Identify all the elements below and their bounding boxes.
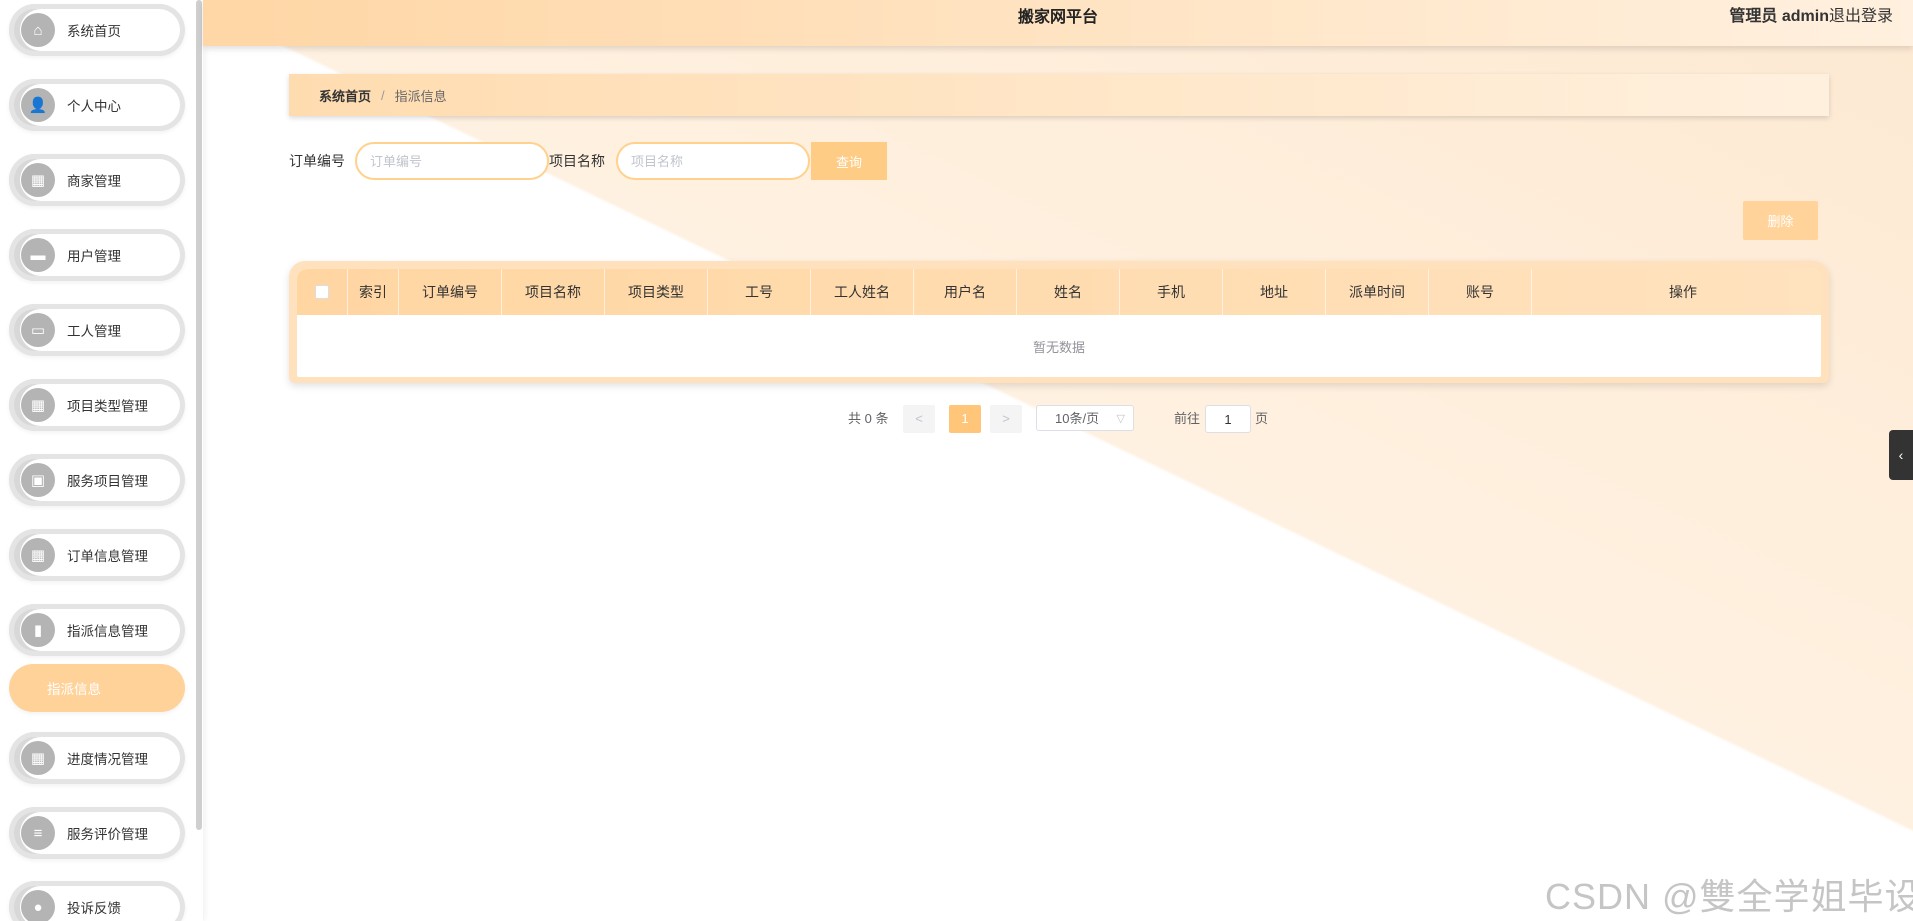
collapse-tab-chevron-left-icon[interactable]: ‹ xyxy=(1889,430,1913,480)
goto-label: 前往 xyxy=(1174,411,1201,426)
sidebar-item-label: 服务评价管理 xyxy=(67,827,148,842)
bulb-icon: ● xyxy=(21,890,55,921)
column-header: 手机 xyxy=(1120,269,1223,315)
empty-state: 暂无数据 xyxy=(1032,339,1085,355)
sidebar-scrollbar[interactable] xyxy=(196,0,202,830)
current-user: 管理员 admin xyxy=(1729,8,1829,25)
order-no-label: 订单编号 xyxy=(289,153,345,169)
column-header: 工人姓名 xyxy=(811,269,914,315)
sidebar-item-merchants[interactable]: ▦ 商家管理 xyxy=(9,154,185,206)
watermark: CSDN @雙全学姐毕设 xyxy=(1545,876,1913,917)
sidebar-item-project-types[interactable]: ▦ 项目类型管理 xyxy=(9,379,185,431)
page-size-select[interactable]: 10条/页 ▽ xyxy=(1036,405,1134,431)
sidebar-item-label: 工人管理 xyxy=(67,324,121,339)
column-header: 操作 xyxy=(1669,284,1697,300)
sidebar-item-complaints[interactable]: ● 投诉反馈 xyxy=(9,881,185,921)
sidebar-item-label: 用户管理 xyxy=(67,249,121,264)
sidebar-item-reviews[interactable]: ≡ 服务评价管理 xyxy=(9,807,185,859)
column-header: 姓名 xyxy=(1017,269,1120,315)
user-icon: 👤 xyxy=(21,88,55,122)
sidebar-item-label: 系统首页 xyxy=(67,24,121,39)
grid-icon: ▦ xyxy=(21,538,55,572)
column-header: 账号 xyxy=(1429,269,1532,315)
sidebar-item-label: 订单信息管理 xyxy=(67,549,148,564)
sidebar-item-label: 指派信息管理 xyxy=(67,624,148,639)
briefcase-icon: ▬ xyxy=(21,238,55,272)
prev-page-button[interactable]: < xyxy=(903,405,935,433)
column-header: 用户名 xyxy=(914,269,1017,315)
query-button[interactable]: 查询 xyxy=(811,142,887,180)
sidebar-item-workers[interactable]: ▭ 工人管理 xyxy=(9,304,185,356)
column-header: 订单编号 xyxy=(399,269,502,315)
table-header: 索引 订单编号 项目名称 项目类型 工号 工人姓名 用户名 姓名 手机 地址 派… xyxy=(297,269,1821,315)
sidebar-item-label: 指派信息 xyxy=(47,682,101,697)
top-header: 搬家网平台 管理员 admin 退出登录 xyxy=(203,0,1913,46)
select-all-cell xyxy=(297,269,348,315)
chevron-down-icon: ▽ xyxy=(1116,413,1125,425)
sidebar-item-label: 个人中心 xyxy=(67,99,121,114)
project-name-label: 项目名称 xyxy=(549,153,605,169)
sidebar-item-home[interactable]: ⌂ 系统首页 xyxy=(9,4,185,56)
pagination-total: 共 0 条 xyxy=(848,411,889,426)
sidebar-item-service-projects[interactable]: ▣ 服务项目管理 xyxy=(9,454,185,506)
clipboard-icon: ▣ xyxy=(21,463,55,497)
breadcrumb-current: 指派信息 xyxy=(394,88,447,104)
sidebar-item-assignments[interactable]: ▮ 指派信息管理 xyxy=(9,604,185,656)
page-size-value: 10条/页 xyxy=(1055,411,1100,426)
breadcrumb-separator: / xyxy=(381,87,385,103)
sidebar-item-label: 服务项目管理 xyxy=(67,474,148,489)
column-header: 索引 xyxy=(348,269,399,315)
page-number-button[interactable]: 1 xyxy=(949,405,981,433)
sidebar-item-orders[interactable]: ▦ 订单信息管理 xyxy=(9,529,185,581)
project-name-input[interactable] xyxy=(616,142,810,180)
sidebar-item-label: 项目类型管理 xyxy=(67,399,148,414)
sidebar-item-label: 商家管理 xyxy=(67,174,121,189)
background-wash xyxy=(0,0,1913,921)
sidebar-subitem-assignment-info[interactable]: 指派信息 xyxy=(9,664,185,712)
column-header: 工号 xyxy=(708,269,811,315)
select-all-checkbox[interactable] xyxy=(315,285,329,299)
grid-icon: ▦ xyxy=(21,388,55,422)
breadcrumb-home[interactable]: 系统首页 xyxy=(319,86,371,105)
data-table: 索引 订单编号 项目名称 项目类型 工号 工人姓名 用户名 姓名 手机 地址 派… xyxy=(289,261,1829,383)
sidebar: ⌂ 系统首页 👤 个人中心 ▦ 商家管理 ▬ 用户管理 ▭ 工人管理 ▦ 项目类… xyxy=(0,0,203,921)
monitor-icon: ▭ xyxy=(21,313,55,347)
grid-icon: ▦ xyxy=(21,163,55,197)
column-header: 项目名称 xyxy=(502,269,605,315)
column-header: 地址 xyxy=(1223,269,1326,315)
bar-chart-icon: ▮ xyxy=(21,613,55,647)
logout-link[interactable]: 退出登录 xyxy=(1829,0,1893,34)
next-page-button[interactable]: > xyxy=(990,405,1022,433)
table-body: 索引 订单编号 项目名称 项目类型 工号 工人姓名 用户名 姓名 手机 地址 派… xyxy=(297,269,1821,377)
order-no-input[interactable] xyxy=(355,142,549,180)
sidebar-item-users[interactable]: ▬ 用户管理 xyxy=(9,229,185,281)
page-title: 搬家网平台 xyxy=(1017,9,1098,26)
sidebar-item-label: 进度情况管理 xyxy=(67,752,148,767)
column-header: 派单时间 xyxy=(1326,269,1429,315)
sidebar-item-label: 投诉反馈 xyxy=(67,901,121,916)
breadcrumb: 系统首页 / 指派信息 xyxy=(289,74,1829,116)
list-icon: ≡ xyxy=(21,816,55,850)
page-suffix-label: 页 xyxy=(1255,411,1269,426)
delete-button[interactable]: 删除 xyxy=(1743,201,1818,240)
home-icon: ⌂ xyxy=(21,13,55,47)
grid-icon: ▦ xyxy=(21,741,55,775)
sidebar-item-progress[interactable]: ▦ 进度情况管理 xyxy=(9,732,185,784)
goto-page-input[interactable] xyxy=(1205,405,1251,433)
column-header: 项目类型 xyxy=(605,269,708,315)
sidebar-item-profile[interactable]: 👤 个人中心 xyxy=(9,79,185,131)
